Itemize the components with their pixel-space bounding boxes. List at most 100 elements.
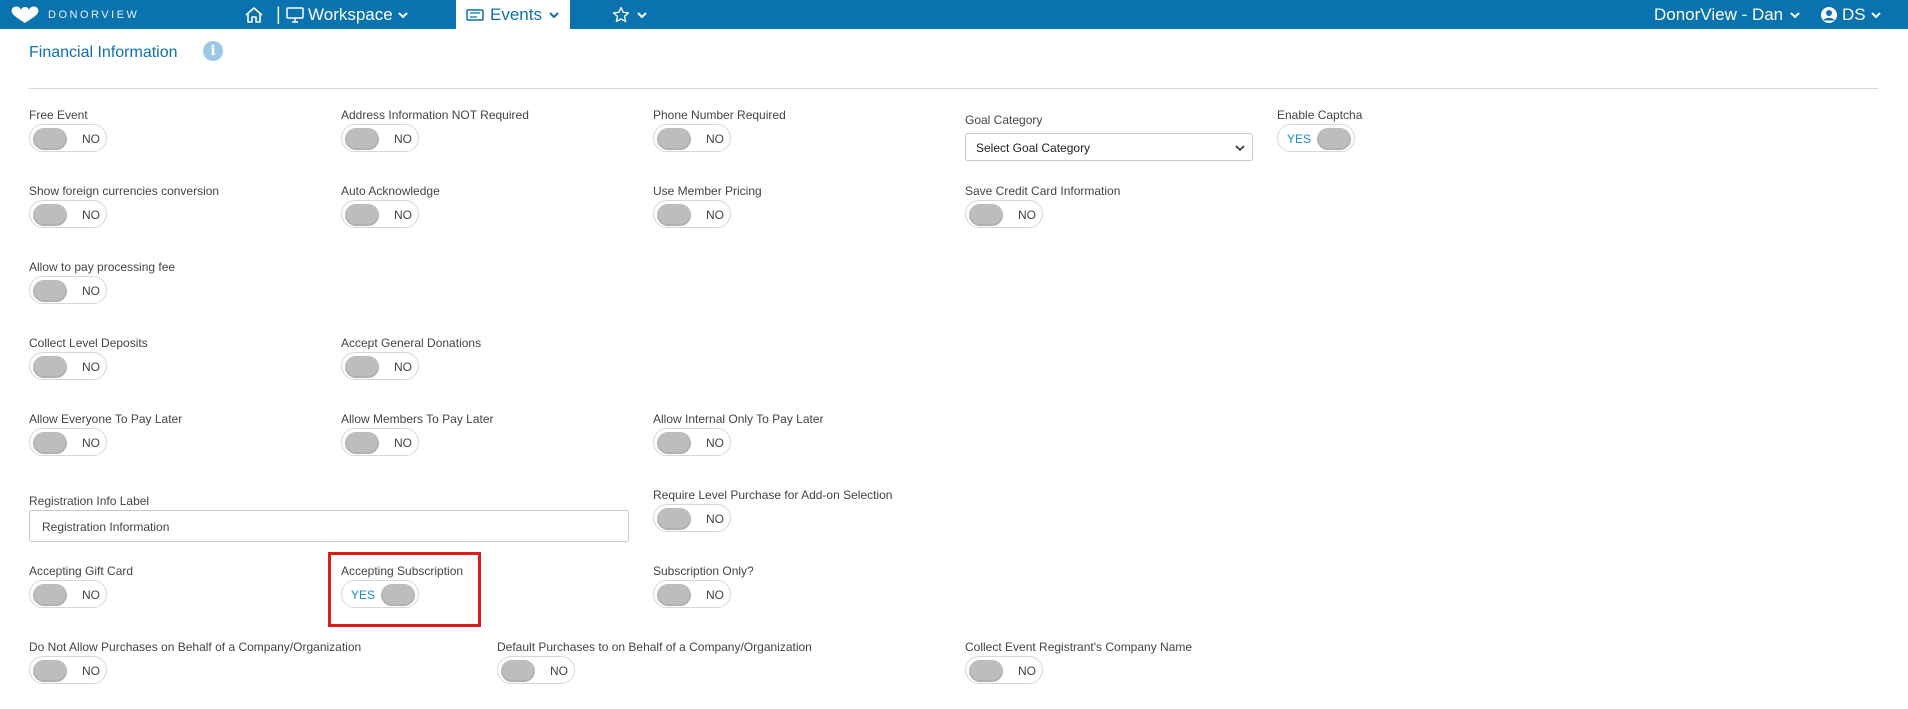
internal-pay-later-toggle[interactable]: NO [653, 428, 731, 456]
toggle-knob [657, 432, 691, 454]
level-purchase-addon-field: Require Level Purchase for Add-on Select… [653, 488, 893, 532]
phone-required-field: Phone Number Required NO [653, 108, 786, 152]
address-not-required-label: Address Information NOT Required [341, 108, 529, 122]
toggle-state: NO [82, 664, 100, 678]
member-pricing-field: Use Member Pricing NO [653, 184, 762, 228]
auto-acknowledge-label: Auto Acknowledge [341, 184, 440, 198]
save-credit-card-toggle[interactable]: NO [965, 200, 1043, 228]
ticket-icon [466, 8, 484, 21]
toggle-state: NO [1018, 208, 1036, 222]
auto-acknowledge-field: Auto Acknowledge NO [341, 184, 440, 228]
goal-category-field: Goal Category Select Goal Category [965, 113, 1253, 161]
workspace-menu[interactable]: Workspace [286, 0, 409, 29]
member-pricing-toggle[interactable]: NO [653, 200, 731, 228]
enable-captcha-toggle[interactable]: YES [1277, 124, 1355, 152]
toggle-knob [345, 432, 379, 454]
chevron-down-icon [637, 11, 647, 18]
processing-fee-field: Allow to pay processing fee NO [29, 260, 176, 304]
general-donations-toggle[interactable]: NO [341, 352, 419, 380]
no-behalf-company-toggle[interactable]: NO [29, 656, 107, 684]
toggle-knob [1317, 128, 1351, 150]
events-menu[interactable]: Events [456, 0, 570, 29]
foreign-currencies-field: Show foreign currencies conversion NO [29, 184, 220, 228]
level-deposits-label: Collect Level Deposits [29, 336, 148, 350]
default-behalf-company-field: Default Purchases to on Behalf of a Comp… [497, 640, 812, 684]
everyone-pay-later-label: Allow Everyone To Pay Later [29, 412, 183, 426]
toggle-state: NO [82, 132, 100, 146]
toggle-state: NO [1018, 664, 1036, 678]
user-circle-icon [1821, 6, 1837, 23]
no-behalf-company-label: Do Not Allow Purchases on Behalf of a Co… [29, 640, 362, 654]
save-credit-card-label: Save Credit Card Information [965, 184, 1121, 198]
default-behalf-company-toggle[interactable]: NO [497, 656, 575, 684]
workspace-label: Workspace [308, 4, 393, 24]
section-divider [29, 88, 1878, 89]
toggle-knob [657, 128, 691, 150]
toggle-state: NO [82, 588, 100, 602]
toggle-knob [33, 432, 67, 454]
logo-text: DONORVIEW [48, 8, 140, 21]
free-event-label: Free Event [29, 108, 88, 122]
toggle-state: NO [706, 512, 724, 526]
level-deposits-field: Collect Level Deposits NO [29, 336, 148, 380]
registrant-company-name-toggle[interactable]: NO [965, 656, 1043, 684]
toggle-knob [969, 204, 1003, 226]
processing-fee-toggle[interactable]: NO [29, 276, 107, 304]
foreign-currencies-label: Show foreign currencies conversion [29, 184, 220, 198]
home-icon [245, 6, 263, 23]
toggle-knob [345, 128, 379, 150]
registration-info-input[interactable]: Registration Information [29, 510, 629, 542]
subscription-only-field: Subscription Only? NO [653, 564, 754, 608]
no-behalf-company-field: Do Not Allow Purchases on Behalf of a Co… [29, 640, 362, 684]
toggle-knob [345, 356, 379, 378]
toggle-knob [501, 660, 535, 682]
level-purchase-addon-label: Require Level Purchase for Add-on Select… [653, 488, 893, 502]
everyone-pay-later-toggle[interactable]: NO [29, 428, 107, 456]
internal-pay-later-label: Allow Internal Only To Pay Later [653, 412, 824, 426]
toggle-state: NO [82, 360, 100, 374]
toggle-state: YES [1287, 132, 1312, 146]
chevron-down-icon [1790, 11, 1800, 18]
user-menu[interactable]: DonorView - Dan [1654, 0, 1801, 29]
phone-required-label: Phone Number Required [653, 108, 786, 122]
general-donations-field: Accept General Donations NO [341, 336, 482, 380]
foreign-currencies-toggle[interactable]: NO [29, 200, 107, 228]
free-event-toggle[interactable]: NO [29, 124, 107, 152]
phone-required-toggle[interactable]: NO [653, 124, 731, 152]
chevron-down-icon [1235, 145, 1245, 152]
section-title: Financial Information [29, 44, 178, 61]
toggle-state: NO [706, 132, 724, 146]
level-purchase-addon-toggle[interactable]: NO [653, 504, 731, 532]
processing-fee-label: Allow to pay processing fee [29, 260, 176, 274]
default-behalf-company-label: Default Purchases to on Behalf of a Comp… [497, 640, 812, 654]
subscription-only-toggle[interactable]: NO [653, 580, 731, 608]
toggle-knob [969, 660, 1003, 682]
toggle-state: NO [394, 208, 412, 222]
toggle-knob [33, 356, 67, 378]
address-not-required-field: Address Information NOT Required NO [341, 108, 529, 152]
members-pay-later-toggle[interactable]: NO [341, 428, 419, 456]
goal-category-label: Goal Category [965, 113, 1043, 127]
account-menu[interactable]: DS [1820, 0, 1882, 29]
user-label: DonorView - Dan [1654, 4, 1784, 24]
gift-card-toggle[interactable]: NO [29, 580, 107, 608]
level-deposits-toggle[interactable]: NO [29, 352, 107, 380]
donorview-logo-icon [11, 5, 39, 23]
info-icon[interactable]: i [203, 41, 223, 61]
toggle-knob [33, 584, 67, 606]
registrant-company-name-label: Collect Event Registrant's Company Name [965, 640, 1193, 654]
auto-acknowledge-toggle[interactable]: NO [341, 200, 419, 228]
toggle-knob [345, 204, 379, 226]
address-not-required-toggle[interactable]: NO [341, 124, 419, 152]
toggle-knob [33, 280, 67, 302]
events-label: Events [490, 4, 542, 24]
home-button[interactable] [244, 0, 264, 29]
general-donations-label: Accept General Donations [341, 336, 482, 350]
toggle-knob [33, 204, 67, 226]
goal-category-select[interactable]: Select Goal Category [965, 133, 1253, 161]
donorview-logo[interactable]: DONORVIEW [8, 0, 139, 29]
toggle-state: NO [82, 208, 100, 222]
favorites-menu[interactable] [612, 0, 648, 29]
everyone-pay-later-field: Allow Everyone To Pay Later NO [29, 412, 183, 456]
member-pricing-label: Use Member Pricing [653, 184, 762, 198]
